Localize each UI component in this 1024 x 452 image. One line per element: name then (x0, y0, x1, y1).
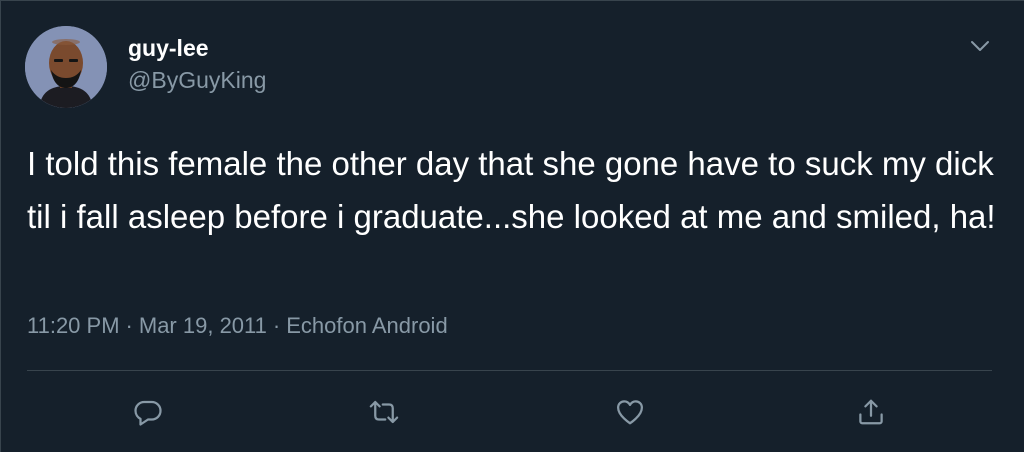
display-name[interactable]: guy-lee (128, 34, 209, 62)
tweet-source[interactable]: Echofon Android (286, 313, 447, 338)
avatar-illustration (25, 26, 107, 108)
meta-separator: · (272, 313, 281, 338)
tweet-time[interactable]: 11:20 PM (27, 313, 120, 338)
reply-button[interactable] (128, 392, 168, 432)
share-icon (859, 399, 883, 425)
heart-icon (617, 400, 643, 425)
reply-icon (134, 400, 162, 426)
tweet-card: guy-lee @ByGuyKing I told this female th… (0, 0, 1024, 452)
divider (27, 370, 992, 371)
user-handle[interactable]: @ByGuyKing (128, 66, 266, 94)
tweet-date[interactable]: Mar 19, 2011 (139, 313, 267, 338)
more-menu-button[interactable] (963, 31, 997, 61)
retweet-button[interactable] (364, 392, 404, 432)
retweet-icon (369, 400, 399, 424)
tweet-metadata: 11:20 PM · Mar 19, 2011 · Echofon Android (27, 312, 448, 340)
meta-separator: · (125, 313, 133, 338)
avatar[interactable] (25, 26, 107, 108)
tweet-text: I told this female the other day that sh… (27, 145, 996, 235)
like-button[interactable] (610, 392, 650, 432)
chevron-down-icon (971, 41, 989, 51)
share-button[interactable] (851, 392, 891, 432)
